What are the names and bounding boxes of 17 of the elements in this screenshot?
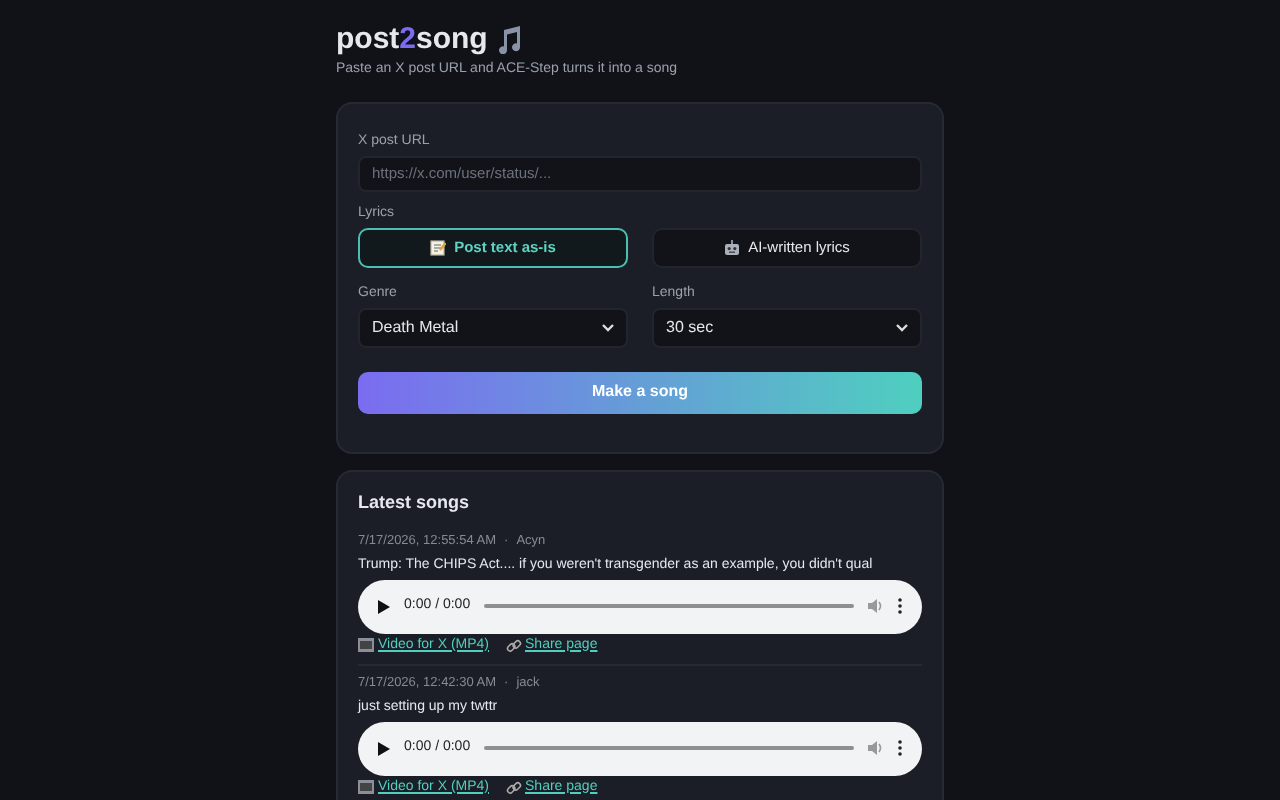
chevron-down-icon [896,323,908,331]
length-select[interactable]: 30 sec [652,307,922,347]
play-icon[interactable] [378,599,390,613]
film-icon [358,638,374,652]
play-icon[interactable] [378,741,390,755]
link-icon [505,637,522,653]
app-title: post2song [336,22,488,58]
music-note-icon [495,26,522,54]
section-title: Latest songs [358,489,472,513]
robot-icon [724,239,741,255]
volume-icon[interactable] [868,598,884,614]
link-icon [505,779,522,795]
genre-select[interactable]: Death Metal [358,307,628,347]
chevron-down-icon [602,323,614,331]
film-icon [358,780,374,794]
memo-icon [430,239,447,255]
volume-icon[interactable] [868,740,884,756]
